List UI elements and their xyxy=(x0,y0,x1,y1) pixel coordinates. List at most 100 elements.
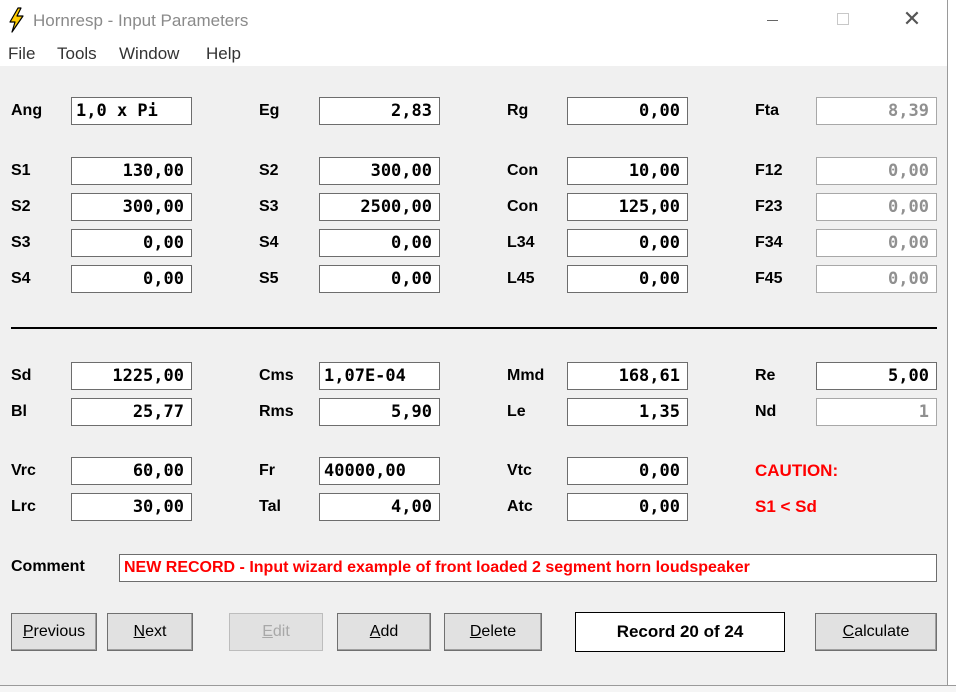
field-fr[interactable]: 40000,00 xyxy=(319,457,440,485)
label-nd: Nd xyxy=(755,403,777,420)
field-mmd[interactable]: 168,61 xyxy=(567,362,688,390)
lightning-bolt-icon xyxy=(9,7,24,33)
label-bl: Bl xyxy=(11,403,27,420)
field-tal[interactable]: 4,00 xyxy=(319,493,440,521)
caution-message: S1 < Sd xyxy=(755,497,817,516)
label-vrc: Vrc xyxy=(11,462,36,479)
label-f23: F23 xyxy=(755,198,783,215)
field-f23: 0,00 xyxy=(816,193,937,221)
label-s4: S4 xyxy=(11,270,31,287)
label-fr: Fr xyxy=(259,462,275,479)
hornresp-window: Hornresp - Input Parameters ✕ File Tools… xyxy=(0,0,948,685)
label-s1: S1 xyxy=(11,162,31,179)
field-f12: 0,00 xyxy=(816,157,937,185)
field-bl[interactable]: 25,77 xyxy=(71,398,192,426)
edit-button-label: dit xyxy=(272,623,290,640)
calculate-button-label: alculate xyxy=(854,623,910,640)
field-vtc[interactable]: 0,00 xyxy=(567,457,688,485)
edit-button-accel: E xyxy=(262,623,273,640)
next-button-accel: N xyxy=(133,623,146,640)
label-eg: Eg xyxy=(259,102,280,119)
calculate-button[interactable]: Calculate xyxy=(815,613,937,651)
label-l34: L34 xyxy=(507,234,535,251)
label-s2: S2 xyxy=(11,198,31,215)
previous-button-accel: P xyxy=(22,623,34,640)
add-button[interactable]: Add xyxy=(337,613,431,651)
label-f12: F12 xyxy=(755,162,783,179)
caution-title: CAUTION: xyxy=(755,461,839,480)
field-con1[interactable]: 10,00 xyxy=(567,157,688,185)
label-sd: Sd xyxy=(11,367,32,384)
minimize-button[interactable] xyxy=(750,6,796,34)
field-re[interactable]: 5,00 xyxy=(816,362,937,390)
field-l34[interactable]: 0,00 xyxy=(567,229,688,257)
label-cms: Cms xyxy=(259,367,294,384)
menu-file[interactable]: File xyxy=(8,44,35,64)
field-sd[interactable]: 1225,00 xyxy=(71,362,192,390)
field-rg[interactable]: 0,00 xyxy=(567,97,688,125)
field-cms[interactable]: 1,07E-04 xyxy=(319,362,440,390)
menu-window[interactable]: Window xyxy=(119,44,179,64)
field-s3[interactable]: 0,00 xyxy=(71,229,192,257)
field-s1[interactable]: 130,00 xyxy=(71,157,192,185)
label-con2: Con xyxy=(507,198,539,215)
background-window-edge xyxy=(948,0,956,691)
field-s4-seg3[interactable]: 0,00 xyxy=(319,229,440,257)
label-f34: F34 xyxy=(755,234,783,251)
label-lrc: Lrc xyxy=(11,498,36,515)
label-atc: Atc xyxy=(507,498,533,515)
maximize-button[interactable] xyxy=(820,6,866,34)
menu-help[interactable]: Help xyxy=(206,44,241,64)
label-s3: S3 xyxy=(11,234,31,251)
field-vrc[interactable]: 60,00 xyxy=(71,457,192,485)
field-s4[interactable]: 0,00 xyxy=(71,265,192,293)
field-eg[interactable]: 2,83 xyxy=(319,97,440,125)
label-s3: S3 xyxy=(259,198,279,215)
field-s3-seg2[interactable]: 2500,00 xyxy=(319,193,440,221)
field-fta: 8,39 xyxy=(816,97,937,125)
next-button-label: ext xyxy=(145,623,167,640)
delete-button[interactable]: Delete xyxy=(444,613,542,651)
delete-button-accel: D xyxy=(469,623,482,640)
field-con2[interactable]: 125,00 xyxy=(567,193,688,221)
edit-button: Edit xyxy=(229,613,323,651)
field-f45: 0,00 xyxy=(816,265,937,293)
label-l45: L45 xyxy=(507,270,535,287)
label-rms: Rms xyxy=(259,403,294,420)
label-le: Le xyxy=(507,403,526,420)
field-l45[interactable]: 0,00 xyxy=(567,265,688,293)
field-s2[interactable]: 300,00 xyxy=(71,193,192,221)
label-ang: Ang xyxy=(11,102,43,119)
previous-button[interactable]: Previous xyxy=(11,613,97,651)
field-ang[interactable]: 1,0 x Pi xyxy=(71,97,192,125)
field-f34: 0,00 xyxy=(816,229,937,257)
window-title: Hornresp - Input Parameters xyxy=(33,11,249,30)
label-re: Re xyxy=(755,367,776,384)
next-button[interactable]: Next xyxy=(107,613,193,651)
section-divider xyxy=(11,327,937,329)
add-button-accel: A xyxy=(369,623,381,640)
title-bar: Hornresp - Input Parameters ✕ xyxy=(0,0,947,40)
calculate-button-accel: C xyxy=(842,623,855,640)
previous-button-label: revious xyxy=(33,623,86,640)
label-rg: Rg xyxy=(507,102,529,119)
menu-tools[interactable]: Tools xyxy=(57,44,97,64)
field-lrc[interactable]: 30,00 xyxy=(71,493,192,521)
record-indicator: Record 20 of 24 xyxy=(575,612,785,652)
add-button-label: dd xyxy=(380,623,399,640)
delete-button-label: elete xyxy=(481,623,517,640)
label-tal: Tal xyxy=(259,498,281,515)
label-fta: Fta xyxy=(755,102,779,119)
field-s2-seg1[interactable]: 300,00 xyxy=(319,157,440,185)
label-vtc: Vtc xyxy=(507,462,532,479)
close-icon[interactable]: ✕ xyxy=(889,6,935,34)
label-s5: S5 xyxy=(259,270,279,287)
field-s5[interactable]: 0,00 xyxy=(319,265,440,293)
field-le[interactable]: 1,35 xyxy=(567,398,688,426)
comment-field[interactable]: NEW RECORD - Input wizard example of fro… xyxy=(119,554,937,582)
label-s4: S4 xyxy=(259,234,279,251)
label-f45: F45 xyxy=(755,270,783,287)
field-atc[interactable]: 0,00 xyxy=(567,493,688,521)
comment-label: Comment xyxy=(11,558,85,575)
field-rms[interactable]: 5,90 xyxy=(319,398,440,426)
